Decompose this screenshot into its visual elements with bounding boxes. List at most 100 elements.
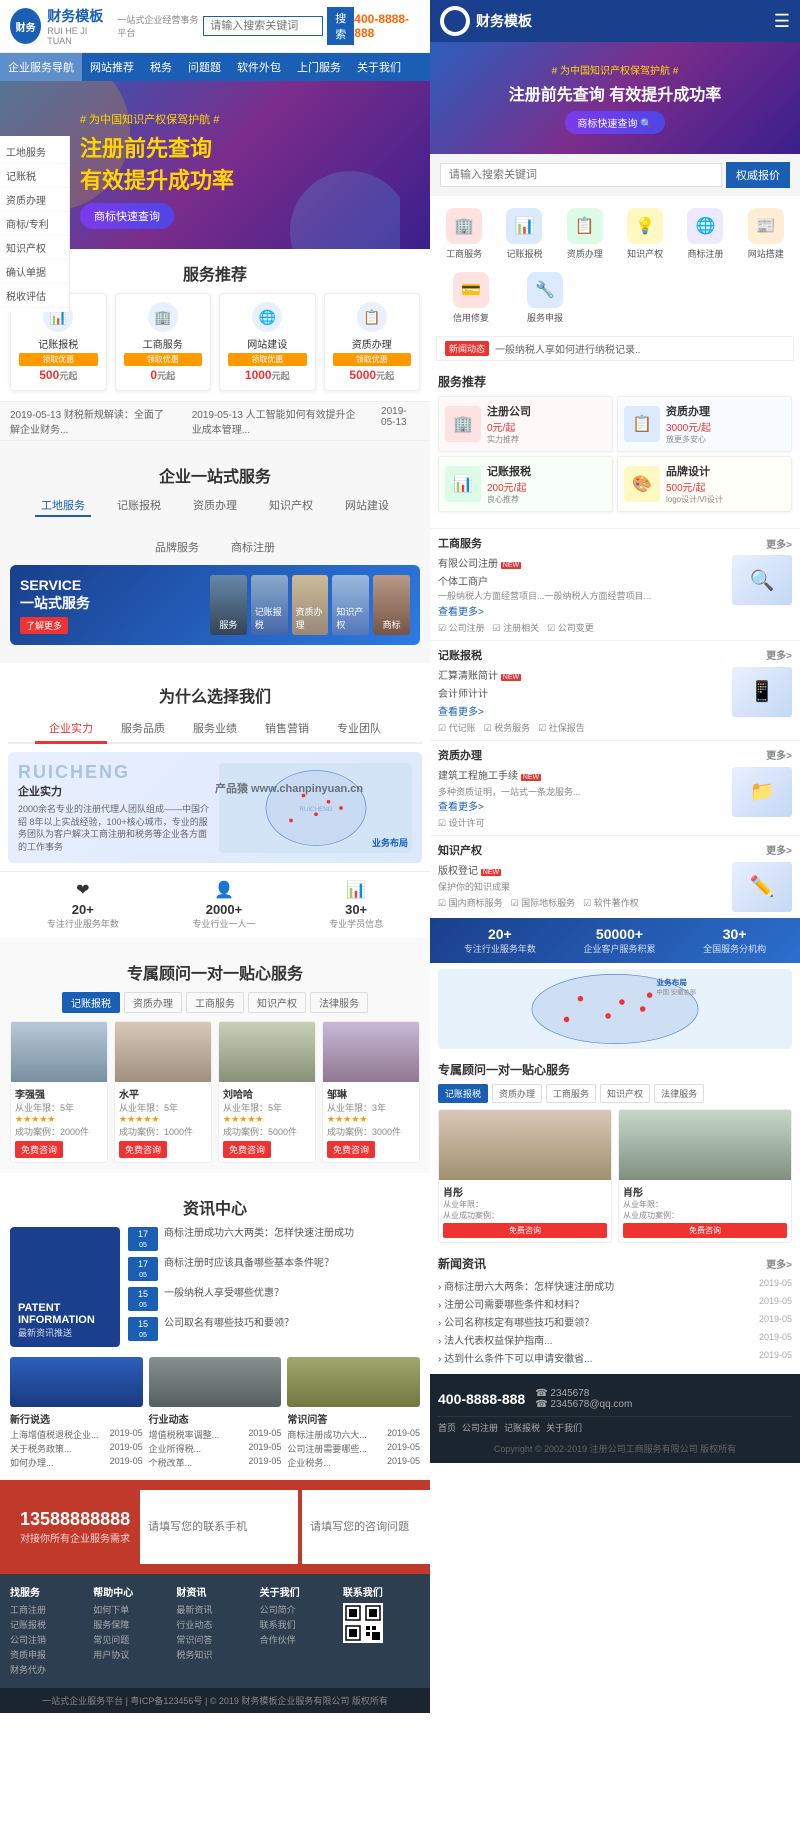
r-expert-btn-0[interactable]: 免费咨询 xyxy=(443,1223,607,1238)
expert-tab-3[interactable]: 知识产权 xyxy=(248,992,306,1013)
left-banner-btn[interactable]: 商标快速查询 xyxy=(80,203,174,229)
r-news-row-1[interactable]: › 注册公司需要哪些条件和材料？ 2019-05 xyxy=(438,1296,792,1311)
footer-link-0-1[interactable]: 记账报税 xyxy=(10,1618,87,1631)
r-expert-tab-3[interactable]: 知识产权 xyxy=(600,1084,650,1103)
left-search-input[interactable] xyxy=(203,16,323,36)
nav-item-5[interactable]: 上门服务 xyxy=(289,53,349,81)
expert-tab-0[interactable]: 记账报税 xyxy=(62,992,120,1013)
news-row-0[interactable]: 1705 商标注册成功六大两类：怎样快速注册成功 xyxy=(128,1227,420,1251)
tax-item-1[interactable]: 会计师计计 xyxy=(438,685,726,700)
quick-icon-2[interactable]: 📋 资质办理 xyxy=(557,204,613,264)
footer-cta-input-phone[interactable] xyxy=(140,1490,298,1564)
expert-btn-0[interactable]: 免费咨询 xyxy=(15,1141,63,1158)
why-tab-1[interactable]: 服务品质 xyxy=(107,715,179,742)
cat-news-row-2[interactable]: 如何办理...2019-05 xyxy=(10,1456,143,1469)
r-news-row-3[interactable]: › 法人代表权益保护指南... 2019-05 xyxy=(438,1332,792,1347)
service-card-2[interactable]: 🌐 网站建设 领取优惠 1000元起 xyxy=(219,293,316,391)
quick-icon-3[interactable]: 💡 知识产权 xyxy=(617,204,673,264)
footer-link-0-4[interactable]: 财务代办 xyxy=(10,1663,87,1676)
news-row-1[interactable]: 1705 商标注册时应该具备哪些基本条件呢？ xyxy=(128,1257,420,1281)
footer-link-1-3[interactable]: 用户协议 xyxy=(93,1648,170,1661)
biz-item-0[interactable]: 有限公司注册 NEW xyxy=(438,555,726,570)
expert-tab-1[interactable]: 资质办理 xyxy=(124,992,182,1013)
sidebar-item-4[interactable]: 知识产权 xyxy=(0,236,69,260)
right-qual-more[interactable]: 更多> xyxy=(766,747,792,762)
r-service-card-0[interactable]: 🏢 注册公司 0元/起 实力推荐 xyxy=(438,396,613,452)
right-search-input[interactable] xyxy=(440,163,722,187)
left-search-button[interactable]: 搜索 xyxy=(327,7,354,45)
tax-item-0[interactable]: 汇算清账简计 NEW xyxy=(438,667,726,682)
sidebar-item-1[interactable]: 记账税 xyxy=(0,164,69,188)
nav-item-0[interactable]: 企业服务导航 xyxy=(0,53,82,81)
right-ip-more[interactable]: 更多> xyxy=(766,842,792,857)
right-banner-btn[interactable]: 商标快速查询 🔍 xyxy=(565,111,664,134)
sidebar-item-3[interactable]: 商标/专利 xyxy=(0,212,69,236)
footer-cta-input-question[interactable] xyxy=(302,1490,430,1564)
right-menu-icon[interactable]: ☰ xyxy=(774,11,790,32)
quick-icon-0[interactable]: 🏢 工商服务 xyxy=(436,204,492,264)
nav-item-2[interactable]: 税务 xyxy=(142,53,180,81)
why-tab-4[interactable]: 专业团队 xyxy=(323,715,395,742)
r-news-row-4[interactable]: › 达到什么条件下可以申请安徽省... 2019-05 xyxy=(438,1350,792,1365)
r-expert-tab-1[interactable]: 资质办理 xyxy=(492,1084,542,1103)
tax-more-link[interactable]: 查看更多> xyxy=(438,703,726,718)
expert-btn-1[interactable]: 免费咨询 xyxy=(119,1141,167,1158)
why-tab-0[interactable]: 企业实力 xyxy=(35,715,107,744)
quick-icon-1[interactable]: 📊 记账报税 xyxy=(496,204,552,264)
cat-news-row-3[interactable]: 增值税税率调整...2019-05 xyxy=(149,1428,282,1441)
why-tab-2[interactable]: 服务业绩 xyxy=(179,715,251,742)
qual-item-0[interactable]: 建筑工程施工手续 NEW xyxy=(438,767,726,782)
one-stop-tab-2[interactable]: 资质办理 xyxy=(187,495,243,517)
right-search-btn[interactable]: 权威报价 xyxy=(726,162,790,188)
r-service-card-2[interactable]: 📊 记账报税 200元/起 良心推荐 xyxy=(438,456,613,512)
r-footer-link-3[interactable]: 关于我们 xyxy=(546,1421,582,1434)
expert-btn-2[interactable]: 免费咨询 xyxy=(223,1141,271,1158)
r-news-row-0[interactable]: › 商标注册六大两条：怎样快速注册成功 2019-05 xyxy=(438,1278,792,1293)
r-expert-btn-1[interactable]: 免费咨询 xyxy=(623,1223,787,1238)
r-footer-link-2[interactable]: 记账报税 xyxy=(504,1421,540,1434)
quick-icon-7[interactable]: 🔧 服务申报 xyxy=(510,268,580,328)
one-stop-tab-5[interactable]: 品牌服务 xyxy=(149,537,205,557)
expert-tab-2[interactable]: 工商服务 xyxy=(186,992,244,1013)
r-service-card-3[interactable]: 🎨 品牌设计 500元/起 logo设计/VI设计 xyxy=(617,456,792,512)
r-footer-link-1[interactable]: 公司注册 xyxy=(462,1421,498,1434)
cat-news-row-5[interactable]: 个税改革...2019-05 xyxy=(149,1456,282,1469)
footer-link-0-2[interactable]: 公司注销 xyxy=(10,1633,87,1646)
one-stop-tab-0[interactable]: 工地服务 xyxy=(35,495,91,517)
footer-link-2-0[interactable]: 最新资讯 xyxy=(176,1603,253,1616)
footer-link-3-0[interactable]: 公司简介 xyxy=(260,1603,337,1616)
right-news-more[interactable]: 更多> xyxy=(766,1256,792,1271)
r-news-row-2[interactable]: › 公司名称核定有哪些技巧和要领？ 2019-05 xyxy=(438,1314,792,1329)
ip-item-0[interactable]: 版权登记 NEW xyxy=(438,862,726,877)
footer-link-3-1[interactable]: 联系我们 xyxy=(260,1618,337,1631)
quick-icon-4[interactable]: 🌐 商标注册 xyxy=(677,204,733,264)
footer-link-3-2[interactable]: 合作伙伴 xyxy=(260,1633,337,1646)
quick-icon-5[interactable]: 📰 网站搭建 xyxy=(738,204,794,264)
footer-link-2-3[interactable]: 税务知识 xyxy=(176,1648,253,1661)
quick-icon-6[interactable]: 💳 信用修复 xyxy=(436,268,506,328)
service-card-3[interactable]: 📋 资质办理 领取优惠 5000元起 xyxy=(324,293,421,391)
r-expert-tab-4[interactable]: 法律服务 xyxy=(654,1084,704,1103)
sidebar-item-0[interactable]: 工地服务 xyxy=(0,140,69,164)
sidebar-item-5[interactable]: 确认单据 xyxy=(0,260,69,284)
biz-more-link[interactable]: 查看更多> xyxy=(438,603,726,618)
r-expert-tab-2[interactable]: 工商服务 xyxy=(546,1084,596,1103)
one-stop-tab-4[interactable]: 网站建设 xyxy=(339,495,395,517)
r-service-card-1[interactable]: 📋 资质办理 3000元/起 放更多安心 xyxy=(617,396,792,452)
one-stop-tab-3[interactable]: 知识产权 xyxy=(263,495,319,517)
nav-item-3[interactable]: 问题题 xyxy=(180,53,229,81)
cat-news-row-8[interactable]: 企业税务...2019-05 xyxy=(287,1456,420,1469)
biz-item-1[interactable]: 个体工商户 xyxy=(438,573,726,588)
news-row-3[interactable]: 1505 公司取名有哪些技巧和要领？ xyxy=(128,1317,420,1341)
one-stop-more-btn[interactable]: 了解更多 xyxy=(20,617,68,634)
right-biz-more[interactable]: 更多> xyxy=(766,536,792,551)
sidebar-item-6[interactable]: 税收评估 xyxy=(0,284,69,308)
footer-link-1-2[interactable]: 常见问题 xyxy=(93,1633,170,1646)
r-footer-link-0[interactable]: 首页 xyxy=(438,1421,456,1434)
sidebar-item-2[interactable]: 资质办理 xyxy=(0,188,69,212)
service-card-1[interactable]: 🏢 工商服务 领取优惠 0元起 xyxy=(115,293,212,391)
footer-link-1-1[interactable]: 服务保障 xyxy=(93,1618,170,1631)
r-expert-tab-0[interactable]: 记账报税 xyxy=(438,1084,488,1103)
nav-item-6[interactable]: 关于我们 xyxy=(349,53,409,81)
news-row-2[interactable]: 1505 一般纳税人享受哪些优惠？ xyxy=(128,1287,420,1311)
